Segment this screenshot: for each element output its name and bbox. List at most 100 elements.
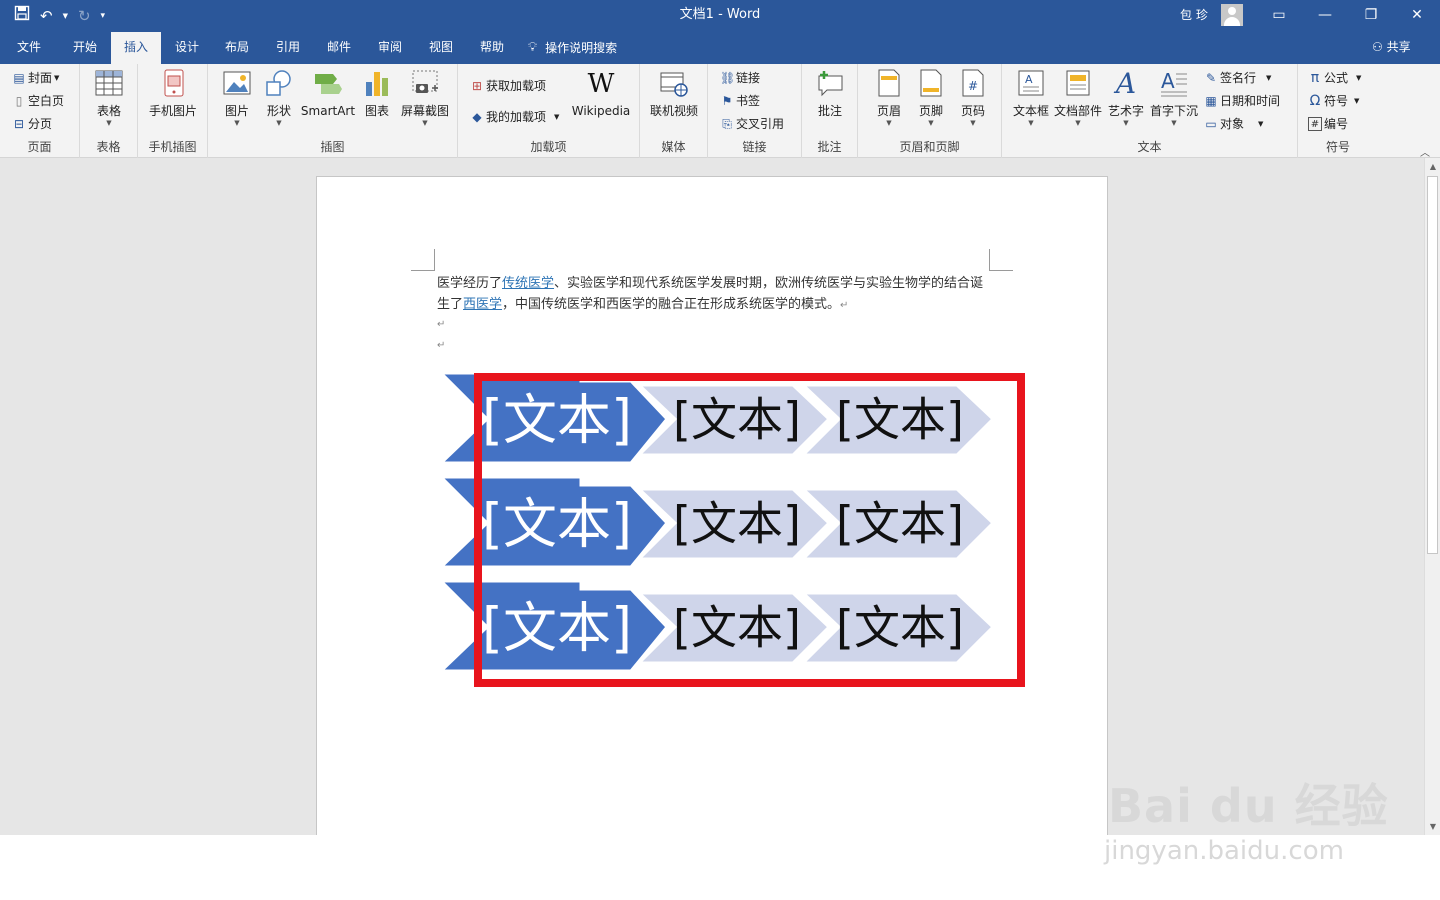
smartart-text[interactable]: [文本]	[482, 492, 632, 555]
tab-design[interactable]: 设计	[164, 32, 210, 64]
wordart-button[interactable]: A 艺术字 ▼	[1106, 68, 1146, 128]
my-addins-button[interactable]: ◆ 我的加载项 ▼	[470, 107, 559, 127]
smartart-text[interactable]: [文本]	[836, 393, 964, 447]
tab-help[interactable]: 帮助	[469, 32, 515, 64]
restore-icon[interactable]: ❐	[1348, 0, 1394, 30]
hyperlink-traditional-medicine[interactable]: 传统医学	[502, 276, 554, 291]
tab-file[interactable]: 文件	[8, 32, 50, 64]
date-time-button[interactable]: ▦ 日期和时间	[1204, 91, 1280, 111]
screenshot-label: 屏幕截图	[400, 104, 449, 118]
cross-reference-button[interactable]: ⎘ 交叉引用	[720, 114, 784, 134]
header-button[interactable]: 页眉 ▼	[872, 68, 906, 127]
smartart-graphic[interactable]: [文本] [文本] [文本] [文本] [文本] [文本] [文本] [文本] [文本]	[427, 353, 1047, 693]
chart-button[interactable]: 图表	[360, 68, 394, 119]
cover-page-button[interactable]: ▤ 封面 ▼	[12, 68, 59, 88]
cross-reference-label: 交叉引用	[736, 117, 785, 131]
screenshot-button[interactable]: 屏幕截图 ▼	[398, 68, 452, 127]
share-button[interactable]: ⚇ 共享	[1372, 32, 1411, 62]
chevron-down-icon: ▼	[276, 119, 282, 127]
smartart-text[interactable]: [文本]	[836, 497, 964, 551]
group-pages: ▤ 封面 ▼ ▯ 空白页 ⊟ 分页 页面	[0, 64, 80, 158]
tab-review[interactable]: 审阅	[367, 32, 413, 64]
signature-line-button[interactable]: ✎ 签名行 ▼	[1204, 68, 1271, 88]
document-canvas: 医学经历了传统医学、实验医学和现代系统医学发展时期，欧洲传统医学与实验生物学的结…	[0, 158, 1424, 835]
chevron-down-icon: ▼	[1354, 97, 1360, 105]
customize-toolbar-icon[interactable]: ▾	[101, 5, 106, 27]
collapse-ribbon-icon[interactable]: ︿	[1420, 144, 1430, 159]
redo-icon[interactable]: ↻	[78, 5, 91, 27]
user-name[interactable]: 包 珍	[1180, 0, 1208, 30]
tab-insert[interactable]: 插入	[111, 32, 161, 64]
body-paragraph[interactable]: 医学经历了传统医学、实验医学和现代系统医学发展时期，欧洲传统医学与实验生物学的结…	[437, 273, 995, 316]
page-number-icon: #	[958, 68, 988, 100]
footer-icon	[916, 68, 946, 100]
tell-me-search[interactable]: 💡︎ 操作说明搜索	[528, 32, 638, 64]
smartart-text[interactable]: [文本]	[836, 601, 964, 655]
header-icon	[874, 68, 904, 100]
tab-home[interactable]: 开始	[62, 32, 108, 64]
chevron-down-icon: ▼	[106, 119, 112, 127]
page-number-label: 页码	[960, 104, 985, 118]
header-label: 页眉	[876, 104, 901, 118]
smartart-text[interactable]: [文本]	[482, 388, 632, 451]
undo-dropdown-icon[interactable]: ▼	[63, 5, 68, 27]
comment-button[interactable]: 批注	[812, 68, 848, 119]
vertical-scrollbar[interactable]: ▲ ▼	[1424, 158, 1440, 835]
wikipedia-label: Wikipedia	[571, 104, 631, 118]
minimize-icon[interactable]: —	[1302, 0, 1348, 30]
shapes-icon	[264, 68, 294, 100]
smartart-text[interactable]: [文本]	[673, 601, 801, 655]
textbox-button[interactable]: A 文本框 ▼	[1010, 68, 1052, 127]
tab-references[interactable]: 引用	[265, 32, 311, 64]
group-illustrations: 图片 ▼ 形状 ▼ SmartArt 图表 屏幕截图 ▼ 插图	[208, 64, 458, 158]
table-button[interactable]: 表格 ▼	[92, 68, 126, 127]
link-button[interactable]: ⛓︎ 链接	[720, 68, 760, 88]
save-icon[interactable]	[14, 5, 30, 27]
pictures-label: 图片	[224, 104, 249, 118]
phone-picture-button[interactable]: 手机图片	[146, 68, 200, 119]
svg-text:A: A	[1025, 73, 1033, 86]
chevron-down-icon: ▼	[1171, 119, 1177, 127]
drop-cap-button[interactable]: A 首字下沉 ▼	[1148, 68, 1200, 127]
page-number-button[interactable]: # 页码 ▼	[956, 68, 990, 127]
group-text: A 文本框 ▼ 文档部件 ▼ A 艺术字 ▼ A 首字下沉 ▼ ✎ 签名行 ▼ …	[1002, 64, 1298, 158]
smartart-text[interactable]: [文本]	[673, 393, 801, 447]
group-header-footer: 页眉 ▼ 页脚 ▼ # 页码 ▼ 页眉和页脚	[858, 64, 1002, 158]
signature-line-label: 签名行	[1220, 71, 1257, 85]
online-video-button[interactable]: 联机视频	[646, 68, 702, 119]
scroll-thumb[interactable]	[1427, 176, 1438, 554]
quick-parts-button[interactable]: 文档部件 ▼	[1054, 68, 1102, 127]
blank-page-button[interactable]: ▯ 空白页	[12, 91, 64, 111]
undo-icon[interactable]: ↶	[40, 5, 53, 27]
shapes-button[interactable]: 形状 ▼	[262, 68, 296, 127]
bookmark-button[interactable]: ⚑ 书签	[720, 91, 760, 111]
object-button[interactable]: ▭ 对象 ▼	[1204, 114, 1263, 134]
tab-mailings[interactable]: 邮件	[316, 32, 362, 64]
object-label: 对象	[1220, 117, 1245, 131]
smartart-button[interactable]: SmartArt	[300, 68, 356, 119]
scroll-down-icon[interactable]: ▼	[1425, 820, 1440, 834]
close-icon[interactable]: ✕	[1394, 0, 1440, 30]
group-media: 联机视频 媒体	[640, 64, 708, 158]
smartart-text[interactable]: [文本]	[482, 596, 632, 659]
ribbon-display-options-icon[interactable]: ▭	[1256, 0, 1302, 30]
scroll-up-icon[interactable]: ▲	[1425, 160, 1440, 174]
smartart-text[interactable]: [文本]	[673, 497, 801, 551]
document-page[interactable]: 医学经历了传统医学、实验医学和现代系统医学发展时期，欧洲传统医学与实验生物学的结…	[316, 176, 1108, 835]
numbering-button[interactable]: # 编号	[1308, 114, 1348, 134]
group-label-links: 链接	[742, 140, 767, 154]
get-addins-label: 获取加载项	[486, 79, 547, 93]
title-bar: ↶ ▼ ↻ ▾ 文档1 - Word 包 珍 ▭ — ❐ ✕	[0, 0, 1440, 32]
wikipedia-button[interactable]: W Wikipedia	[568, 68, 634, 119]
avatar[interactable]	[1221, 4, 1243, 26]
page-break-button[interactable]: ⊟ 分页	[12, 114, 52, 134]
tab-layout[interactable]: 布局	[214, 32, 260, 64]
tab-view[interactable]: 视图	[418, 32, 464, 64]
hyperlink-western-medicine[interactable]: 西医学	[463, 297, 502, 312]
footer-button[interactable]: 页脚 ▼	[914, 68, 948, 127]
equation-button[interactable]: π 公式 ▼	[1308, 68, 1362, 88]
puzzle-icon: ◆	[472, 110, 482, 124]
symbol-button[interactable]: Ω 符号 ▼	[1308, 91, 1360, 111]
get-addins-button[interactable]: ⊞ 获取加载项	[470, 76, 546, 96]
pictures-button[interactable]: 图片 ▼	[220, 68, 254, 127]
